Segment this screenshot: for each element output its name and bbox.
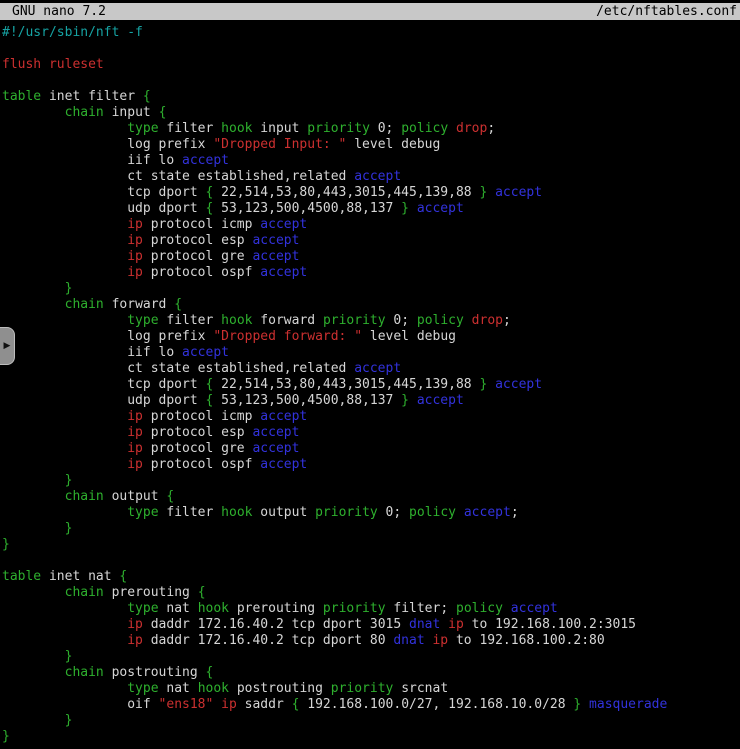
code-line: chain forward { [2,297,740,313]
code-line: ip protocol gre accept [2,249,740,265]
code-line: } [2,473,740,489]
code-line: log prefix "Dropped Input: " level debug [2,137,740,153]
code-line: oif "ens18" ip saddr { 192.168.100.0/27,… [2,697,740,713]
code-line: chain input { [2,105,740,121]
code-line: #!/usr/sbin/nft -f [2,25,740,41]
code-line: type filter hook input priority 0; polic… [2,121,740,137]
code-line: tcp dport { 22,514,53,80,443,3015,445,13… [2,185,740,201]
code-line: chain output { [2,489,740,505]
code-line: ip protocol ospf accept [2,265,740,281]
code-line: chain prerouting { [2,585,740,601]
code-line: ip protocol ospf accept [2,457,740,473]
code-line: flush ruleset [2,57,740,73]
code-line: ip daddr 172.16.40.2 tcp dport 3015 dnat… [2,617,740,633]
code-line: } [2,281,740,297]
code-line: iif lo accept [2,345,740,361]
code-line [2,73,740,89]
code-line: table inet nat { [2,569,740,585]
code-line [2,41,740,57]
code-line: } [2,537,740,553]
code-line: type nat hook prerouting priority filter… [2,601,740,617]
nano-app-title: GNU nano 7.2 [12,3,106,20]
code-line: table inet filter { [2,89,740,105]
nano-titlebar: GNU nano 7.2 /etc/nftables.conf [0,3,740,20]
file-path: /etc/nftables.conf [596,3,737,20]
editor-buffer[interactable]: #!/usr/sbin/nft -f flush ruleset table i… [0,20,740,745]
code-line: ip daddr 172.16.40.2 tcp dport 80 dnat i… [2,633,740,649]
console-sidebar-handle[interactable]: ▶ [0,327,15,365]
code-line: ip protocol esp accept [2,425,740,441]
code-line [2,553,740,569]
code-line: ct state established,related accept [2,169,740,185]
terminal-screen: GNU nano 7.2 /etc/nftables.conf #!/usr/s… [0,0,740,749]
code-line: ip protocol esp accept [2,233,740,249]
code-line: } [2,521,740,537]
code-line: type filter hook forward priority 0; pol… [2,313,740,329]
code-line: iif lo accept [2,153,740,169]
code-line: } [2,729,740,745]
code-line: ip protocol icmp accept [2,217,740,233]
chevron-right-icon: ▶ [4,341,11,351]
code-line: log prefix "Dropped forward: " level deb… [2,329,740,345]
code-line: } [2,649,740,665]
code-line: ip protocol icmp accept [2,409,740,425]
code-line: ip protocol gre accept [2,441,740,457]
code-line: type filter hook output priority 0; poli… [2,505,740,521]
code-line: chain postrouting { [2,665,740,681]
code-line: udp dport { 53,123,500,4500,88,137 } acc… [2,393,740,409]
code-line: tcp dport { 22,514,53,80,443,3015,445,13… [2,377,740,393]
code-line: ct state established,related accept [2,361,740,377]
code-line: udp dport { 53,123,500,4500,88,137 } acc… [2,201,740,217]
code-line: } [2,713,740,729]
code-line: type nat hook postrouting priority srcna… [2,681,740,697]
